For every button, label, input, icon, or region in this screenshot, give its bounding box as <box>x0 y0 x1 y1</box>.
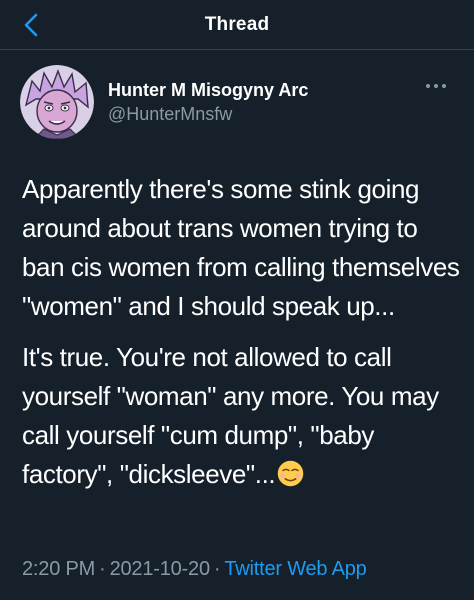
avatar[interactable] <box>20 65 94 139</box>
tweet-date[interactable]: 2021-10-20 <box>110 558 211 580</box>
more-options-button[interactable] <box>418 74 454 98</box>
tweet-time[interactable]: 2:20 PM <box>22 558 95 580</box>
tweet-meta: 2:20 PM · 2021-10-20 · Twitter Web App <box>22 558 367 581</box>
more-horizontal-icon <box>426 84 446 88</box>
tweet-source-link[interactable]: Twitter Web App <box>224 558 366 580</box>
author-names: Hunter M Misogyny Arc @HunterMnsfw <box>108 78 308 126</box>
meta-separator: · <box>99 558 106 580</box>
page-title: Thread <box>204 13 270 35</box>
thread-screen: Thread Hunter M Misogyny Arc @HunterMnsf… <box>0 0 474 600</box>
user-handle[interactable]: @HunterMnsfw <box>108 102 308 126</box>
tweet-text: Apparently there's some stink going arou… <box>22 170 462 506</box>
smiling-face-emoji-icon <box>277 460 304 487</box>
back-button[interactable] <box>14 8 48 42</box>
tweet-paragraph: It's true. You're not allowed to call yo… <box>22 338 462 494</box>
display-name[interactable]: Hunter M Misogyny Arc <box>108 78 308 102</box>
avatar-illustration <box>20 65 94 139</box>
tweet-paragraph-text: It's true. You're not allowed to call yo… <box>22 342 439 489</box>
tweet-paragraph: Apparently there's some stink going arou… <box>22 174 460 321</box>
chevron-left-icon <box>24 13 38 37</box>
tweet-author: Hunter M Misogyny Arc @HunterMnsfw <box>20 62 454 142</box>
meta-separator: · <box>213 558 221 580</box>
top-bar: Thread <box>0 0 474 50</box>
